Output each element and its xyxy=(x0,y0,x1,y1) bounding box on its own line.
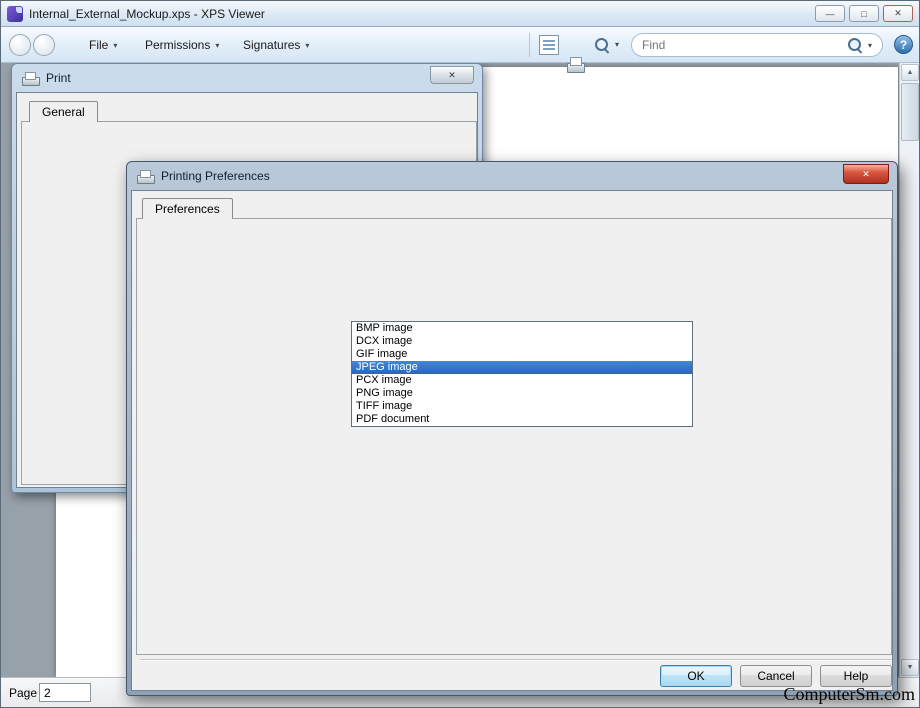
xps-app-icon xyxy=(7,5,23,22)
close-button[interactable]: ✕ xyxy=(883,5,913,22)
maximize-button[interactable]: □ xyxy=(849,5,879,22)
prefs-dialog-title: Printing Preferences xyxy=(161,169,270,183)
find-options-arrow-icon[interactable]: ▾ xyxy=(868,41,872,50)
list-item[interactable]: BMP image xyxy=(352,322,692,335)
print-close-button[interactable]: ✕ xyxy=(430,66,474,84)
minimize-button[interactable]: — xyxy=(815,5,845,22)
vertical-scrollbar[interactable]: ▲ ▼ xyxy=(899,63,919,677)
menu-file-label: File xyxy=(89,38,109,52)
print-dialog-title: Print xyxy=(46,71,71,85)
thumbnails-icon[interactable] xyxy=(539,35,559,55)
scroll-up-button[interactable]: ▲ xyxy=(901,64,919,81)
close-icon: ✕ xyxy=(448,69,456,80)
titlebar: Internal_External_Mockup.xps - XPS Viewe… xyxy=(1,1,919,27)
nav-back-button[interactable] xyxy=(9,34,31,56)
find-input[interactable] xyxy=(642,38,842,52)
minimize-icon: — xyxy=(825,8,835,19)
help-button[interactable]: ? xyxy=(894,35,913,54)
magnifier-icon xyxy=(595,38,609,52)
tab-preferences[interactable]: Preferences xyxy=(142,198,233,219)
list-item[interactable]: PNG image xyxy=(352,387,692,400)
zoom-dropdown[interactable]: ▾ xyxy=(611,38,623,51)
xps-viewer-window: Internal_External_Mockup.xps - XPS Viewe… xyxy=(0,0,920,708)
list-item[interactable]: GIF image xyxy=(352,348,692,361)
search-icon[interactable] xyxy=(847,38,862,52)
scroll-down-button[interactable]: ▼ xyxy=(901,659,919,676)
menu-permissions[interactable]: Permissions ▾ xyxy=(141,36,223,54)
printer-icon xyxy=(137,169,155,184)
list-item[interactable]: TIFF image xyxy=(352,400,692,413)
chevron-down-icon: ▾ xyxy=(615,40,620,49)
toolbar: File ▾ Permissions ▾ Signatures ▾ ▾ ▾ ? xyxy=(1,27,919,73)
nav-forward-button[interactable] xyxy=(33,34,55,56)
menu-file[interactable]: File ▾ xyxy=(85,36,121,54)
prefs-tabpage xyxy=(136,218,892,655)
printer-icon xyxy=(22,71,40,86)
page-number-input[interactable] xyxy=(39,683,91,702)
close-icon: ✕ xyxy=(894,8,902,18)
print-icon[interactable] xyxy=(565,55,585,75)
list-item-selected[interactable]: JPEG image xyxy=(352,361,692,374)
list-item[interactable]: PCX image xyxy=(352,374,692,387)
tab-general[interactable]: General xyxy=(29,101,98,122)
maximize-icon: □ xyxy=(861,8,867,19)
chevron-down-icon: ▾ xyxy=(305,40,310,50)
prefs-close-button[interactable]: ✕ xyxy=(843,164,889,184)
menu-signatures[interactable]: Signatures ▾ xyxy=(239,36,313,54)
window-controls: — □ ✕ xyxy=(815,5,913,22)
printing-preferences-dialog: Printing Preferences ✕ Preferences ✎ Pag… xyxy=(126,161,898,696)
find-box: ▾ xyxy=(631,33,883,57)
scroll-down-icon: ▼ xyxy=(906,664,914,671)
prefs-dialog-titlebar: Printing Preferences xyxy=(127,162,897,190)
menu-signatures-label: Signatures xyxy=(243,38,301,52)
scroll-up-icon: ▲ xyxy=(906,69,914,76)
scrollbar-thumb[interactable] xyxy=(901,83,919,141)
menu-permissions-label: Permissions xyxy=(145,38,211,52)
help-icon: ? xyxy=(899,37,908,52)
page-label: Page xyxy=(9,686,38,700)
toolbar-separator xyxy=(529,33,530,57)
chevron-down-icon: ▾ xyxy=(113,40,118,50)
list-item[interactable]: PDF document xyxy=(352,413,692,426)
chevron-down-icon: ▾ xyxy=(215,40,220,50)
prefs-dialog-content: Preferences ✎ Page Setup File Format ≡ A… xyxy=(131,190,893,691)
button-separator xyxy=(140,659,892,660)
site-watermark: ComputerSm.com xyxy=(783,684,916,704)
format-dropdown-list: BMP image DCX image GIF image JPEG image… xyxy=(351,321,693,427)
close-icon: ✕ xyxy=(862,168,870,179)
ok-button[interactable]: OK xyxy=(660,665,732,687)
list-item[interactable]: DCX image xyxy=(352,335,692,348)
print-dialog-titlebar: Print xyxy=(12,64,482,92)
window-title: Internal_External_Mockup.xps - XPS Viewe… xyxy=(29,6,265,21)
